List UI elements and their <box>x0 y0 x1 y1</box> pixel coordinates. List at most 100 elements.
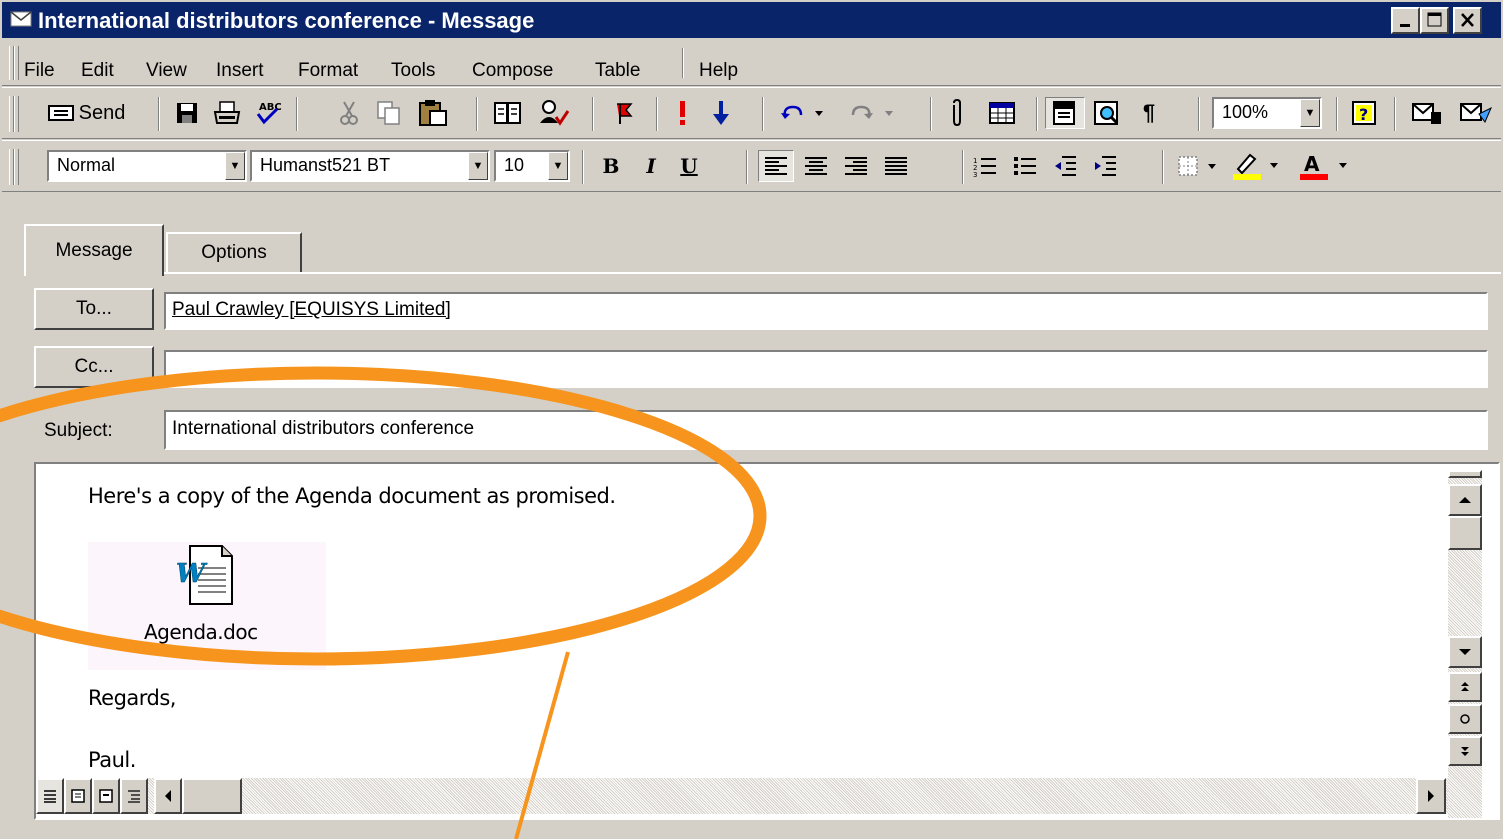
normal-view-button[interactable] <box>36 778 64 814</box>
style-value: Normal <box>57 155 116 175</box>
chevron-down-icon[interactable]: ▼ <box>468 152 488 180</box>
previous-object-button[interactable] <box>1448 672 1482 702</box>
split-box[interactable] <box>1448 470 1482 478</box>
paste-button[interactable] <box>413 97 453 129</box>
print-layout-view-button[interactable] <box>92 778 120 814</box>
chevron-down-icon[interactable]: ▼ <box>1300 99 1320 127</box>
horizontal-scrollbar[interactable] <box>36 778 1448 818</box>
menu-help[interactable]: Help <box>699 60 738 82</box>
importance-high-button[interactable] <box>670 97 696 129</box>
undo-button[interactable] <box>774 97 834 129</box>
copy-button[interactable] <box>372 97 406 129</box>
menu-view[interactable]: View <box>146 60 187 82</box>
justify-button[interactable] <box>878 150 914 182</box>
send-receive-button[interactable] <box>1407 97 1447 129</box>
menu-format[interactable]: Format <box>298 60 358 82</box>
decrease-indent-button[interactable] <box>1048 150 1082 182</box>
cc-button-label: Cc... <box>74 356 114 377</box>
font-color-button[interactable]: A <box>1294 150 1358 182</box>
importance-low-button[interactable] <box>704 97 738 129</box>
toolbar-grip[interactable] <box>14 96 19 132</box>
align-left-button[interactable] <box>758 150 794 182</box>
minimize-button[interactable] <box>1391 7 1420 34</box>
to-field[interactable]: Paul Crawley [EQUISYS Limited] <box>164 292 1488 330</box>
menu-file[interactable]: File <box>24 60 55 82</box>
cut-button[interactable] <box>334 97 364 129</box>
chevron-down-icon[interactable]: ▼ <box>548 152 568 180</box>
formatting-toolbar: Normal ▼ Humanst521 BT ▼ 10 ▼ B I U 123 <box>2 140 1501 192</box>
check-names-button[interactable] <box>534 97 574 129</box>
horizontal-scroll-track[interactable] <box>36 778 1448 814</box>
scroll-down-button[interactable] <box>1448 636 1482 668</box>
insert-table-button[interactable] <box>984 97 1020 129</box>
flag-button[interactable] <box>606 97 640 129</box>
maximize-button[interactable] <box>1420 7 1449 34</box>
menu-tools[interactable]: Tools <box>391 60 435 82</box>
bold-button[interactable]: B <box>594 150 628 182</box>
style-select[interactable]: Normal ▼ <box>47 150 247 182</box>
find-button[interactable] <box>1088 97 1126 129</box>
font-size-select[interactable]: 10 ▼ <box>494 150 570 182</box>
bullets-button[interactable] <box>1008 150 1042 182</box>
to-button[interactable]: To... <box>34 288 154 330</box>
body-signature: Paul. <box>88 748 136 772</box>
double-up-icon <box>1461 682 1469 691</box>
align-center-button[interactable] <box>798 150 834 182</box>
menu-compose[interactable]: Compose <box>472 60 553 82</box>
to-recipient[interactable]: Paul Crawley [EQUISYS Limited] <box>172 299 451 321</box>
numbering-button[interactable]: 123 <box>968 150 1002 182</box>
chevron-down-icon[interactable]: ▼ <box>225 152 245 180</box>
scroll-right-button[interactable] <box>1416 778 1446 814</box>
tab-options[interactable]: Options <box>166 232 302 272</box>
tab-message[interactable]: Message <box>24 224 164 276</box>
send-button[interactable]: Send <box>24 97 148 129</box>
help-button[interactable]: ? <box>1346 97 1382 129</box>
menu-grip[interactable] <box>14 46 19 80</box>
align-center-icon <box>805 157 827 175</box>
borders-button[interactable] <box>1174 150 1224 182</box>
spelling-button[interactable]: ABC <box>250 97 284 129</box>
align-right-button[interactable] <box>838 150 874 182</box>
subject-field[interactable]: International distributors conference <box>164 410 1488 450</box>
close-button[interactable] <box>1453 7 1482 34</box>
menu-table[interactable]: Table <box>595 60 640 82</box>
attach-button[interactable] <box>942 97 972 129</box>
attachment[interactable]: W Agenda.doc <box>88 542 326 670</box>
zoom-select[interactable]: 100% ▼ <box>1212 97 1322 129</box>
menu-edit[interactable]: Edit <box>81 60 114 82</box>
toolbar-grip[interactable] <box>14 149 19 185</box>
print-button[interactable] <box>209 97 245 129</box>
paste-icon <box>419 100 447 126</box>
highlight-button[interactable] <box>1228 150 1288 182</box>
scroll-left-button[interactable] <box>154 778 182 814</box>
maximize-icon <box>1427 12 1442 27</box>
address-book-button[interactable] <box>489 97 527 129</box>
cc-field[interactable] <box>164 350 1488 388</box>
toolbar-separator <box>1162 150 1164 184</box>
save-button[interactable] <box>170 97 204 129</box>
increase-indent-button[interactable] <box>1088 150 1122 182</box>
font-select[interactable]: Humanst521 BT ▼ <box>250 150 490 182</box>
select-browse-object-button[interactable] <box>1448 704 1482 734</box>
normal-view-icon <box>44 790 56 803</box>
underline-button[interactable]: U <box>672 150 706 182</box>
arrow-down-icon <box>1459 649 1471 655</box>
show-from-button[interactable] <box>1045 97 1085 129</box>
title-bar[interactable]: International distributors conference - … <box>2 2 1501 38</box>
send-receive-icon <box>1412 103 1441 124</box>
redo-button[interactable] <box>838 97 908 129</box>
vertical-scroll-thumb[interactable] <box>1448 516 1482 550</box>
menu-insert[interactable]: Insert <box>216 60 264 82</box>
outline-view-button[interactable] <box>120 778 148 814</box>
show-formatting-button[interactable]: ¶ <box>1132 97 1166 129</box>
italic-button[interactable]: I <box>634 150 668 182</box>
options-button[interactable] <box>1454 97 1498 129</box>
next-object-button[interactable] <box>1448 736 1482 766</box>
subject-value: International distributors conference <box>172 418 475 439</box>
vertical-scrollbar[interactable] <box>1448 470 1482 818</box>
scroll-up-button[interactable] <box>1448 484 1482 516</box>
horizontal-scroll-thumb[interactable] <box>182 778 242 814</box>
web-layout-view-button[interactable] <box>64 778 92 814</box>
attach-icon <box>953 99 961 127</box>
cc-button[interactable]: Cc... <box>34 346 154 388</box>
